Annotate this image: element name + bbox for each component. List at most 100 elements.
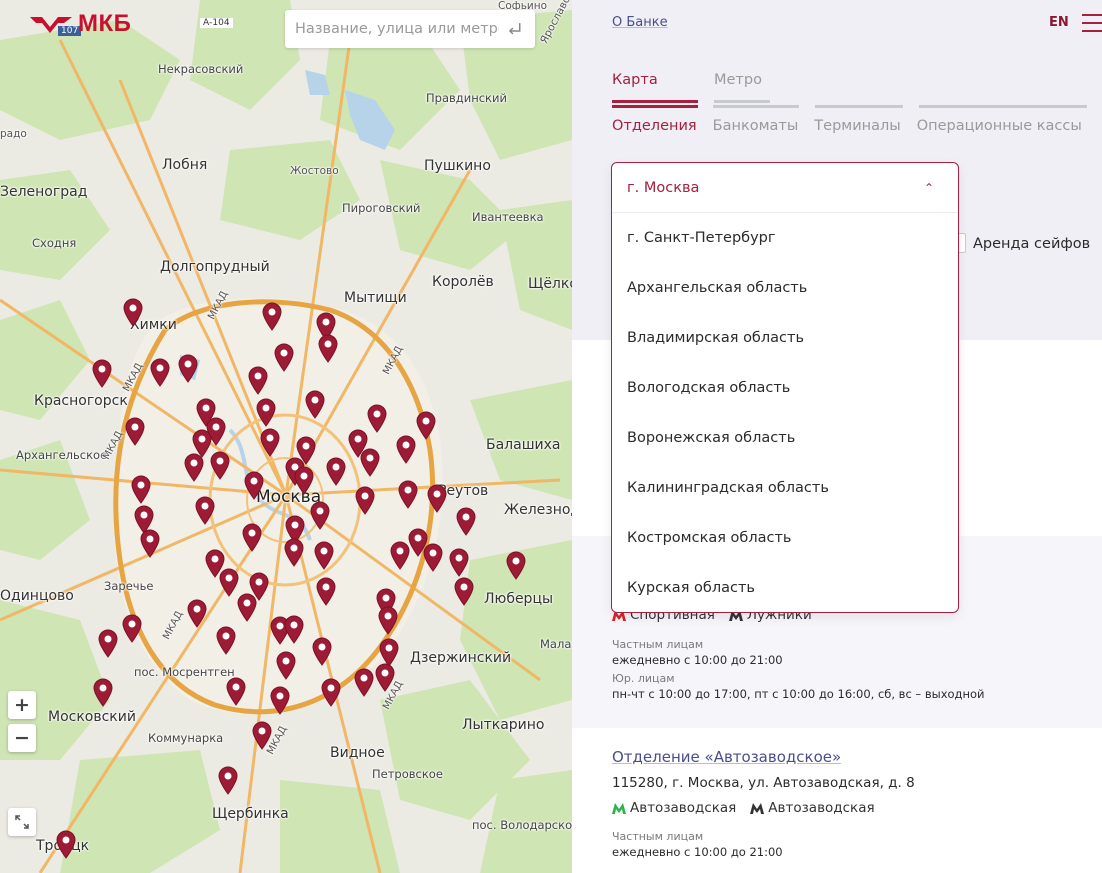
branch-pin-icon[interactable]	[377, 605, 399, 635]
branch-pin-icon[interactable]	[448, 547, 470, 577]
branch-pin-icon[interactable]	[366, 403, 388, 433]
view-tabs: Карта Метро	[612, 72, 770, 103]
branch-pin-icon[interactable]	[309, 500, 331, 530]
branch-pin-icon[interactable]	[325, 456, 347, 486]
fullscreen-button[interactable]	[8, 808, 36, 836]
branch-pin-icon[interactable]	[130, 474, 152, 504]
tab-metro[interactable]: Метро	[714, 72, 770, 103]
region-dropdown[interactable]: г. Москва ⌃ г. Санкт-Петербург Архангель…	[611, 162, 959, 613]
branch-pin-icon[interactable]	[275, 650, 297, 680]
branch-pin-icon[interactable]	[415, 410, 437, 440]
private-hours: ежедневно с 10:00 до 21:00	[612, 845, 783, 859]
branch-pin-icon[interactable]	[353, 667, 375, 697]
branch-pin-icon[interactable]	[247, 365, 269, 395]
region-option[interactable]: Костромская область	[612, 513, 958, 563]
branch-pin-icon[interactable]	[261, 301, 283, 331]
branch-pin-icon[interactable]	[121, 613, 143, 643]
tab-map[interactable]: Карта	[612, 72, 698, 103]
map-place-label: Жостово	[290, 165, 339, 177]
map-place-label: Пушкино	[424, 158, 491, 174]
branch-pin-icon[interactable]	[273, 342, 295, 372]
branch-pin-icon[interactable]	[426, 483, 448, 513]
map-place-label: Заречье	[104, 579, 154, 593]
branch-pin-icon[interactable]	[215, 625, 237, 655]
region-option[interactable]: Калининградская область	[612, 463, 958, 513]
chevron-up-icon: ⌃	[923, 180, 934, 195]
branch-pin-icon[interactable]	[455, 506, 477, 536]
branch-pin-icon[interactable]	[315, 576, 337, 606]
branch-pin-icon[interactable]	[453, 576, 475, 606]
tab-underline-active	[612, 105, 698, 108]
branch-pin-icon[interactable]	[122, 297, 144, 327]
branch-pin-icon[interactable]	[177, 353, 199, 383]
region-option[interactable]: г. Санкт-Петербург	[612, 213, 958, 263]
region-option[interactable]: Воронежская область	[612, 413, 958, 463]
tab-underline	[919, 105, 1087, 108]
enter-icon[interactable]	[505, 19, 525, 39]
map-place-label: Ивантеевка	[472, 210, 544, 224]
branch-pin-icon[interactable]	[91, 358, 113, 388]
branch-pin-icon[interactable]	[359, 447, 381, 477]
region-option[interactable]: Владимирская область	[612, 313, 958, 363]
branch-pin-icon[interactable]	[183, 452, 205, 482]
tab-atms[interactable]: Банкоматы	[713, 118, 799, 134]
branch-pin-icon[interactable]	[354, 485, 376, 515]
map-area[interactable]: Некрасовский Правдинский Лобня Пушкино Жосто…	[0, 0, 572, 873]
branch-pin-icon[interactable]	[313, 540, 335, 570]
region-option[interactable]: Архангельская область	[612, 263, 958, 313]
branch-pin-icon[interactable]	[374, 662, 396, 692]
map-place-label: Правдинский	[426, 91, 507, 105]
region-option[interactable]: Вологодская область	[612, 363, 958, 413]
about-bank-link[interactable]: О Банке	[612, 15, 668, 30]
branch-pin-icon[interactable]	[395, 434, 417, 464]
menu-icon[interactable]	[1082, 14, 1102, 32]
branch-pin-icon[interactable]	[283, 537, 305, 567]
branch-pin-icon[interactable]	[243, 470, 265, 500]
branch-pin-icon[interactable]	[304, 389, 326, 419]
branch-pin-icon[interactable]	[255, 397, 277, 427]
search-input[interactable]	[295, 21, 500, 37]
branch-pin-icon[interactable]	[422, 542, 444, 572]
branch-pin-icon[interactable]	[505, 550, 527, 580]
branch-pin-icon[interactable]	[97, 628, 119, 658]
map-place-label: Долгопрудный	[160, 259, 270, 275]
branch-pin-icon[interactable]	[251, 720, 273, 750]
branch-pin-icon[interactable]	[194, 495, 216, 525]
branch-pin-icon[interactable]	[320, 677, 342, 707]
branch-pin-icon[interactable]	[217, 765, 239, 795]
branch-pin-icon[interactable]	[283, 614, 305, 644]
region-option[interactable]: Курская область	[612, 563, 958, 612]
zoom-in-button[interactable]: +	[8, 691, 36, 719]
branch-pin-icon[interactable]	[186, 598, 208, 628]
tab-cash-desks[interactable]: Операционные кассы	[917, 118, 1082, 134]
metro-station: Автозаводская	[750, 800, 875, 816]
branch-pin-icon[interactable]	[139, 528, 161, 558]
branch-pin-icon[interactable]	[236, 592, 258, 622]
branch-title-link[interactable]: Отделение «Автозаводское»	[612, 748, 841, 766]
language-switch[interactable]: EN	[1049, 15, 1069, 30]
branch-pin-icon[interactable]	[397, 479, 419, 509]
branch-pin-icon[interactable]	[55, 829, 77, 859]
metro-station-name: Автозаводская	[768, 800, 875, 816]
region-select-current[interactable]: г. Москва ⌃	[612, 163, 958, 213]
zoom-out-button[interactable]: −	[8, 724, 36, 752]
tab-branches[interactable]: Отделения	[612, 118, 697, 134]
map-place-label: Балашиха	[486, 437, 561, 453]
tab-terminals[interactable]: Терминалы	[814, 118, 900, 134]
metro-green-icon	[612, 802, 626, 814]
branch-pin-icon[interactable]	[259, 427, 281, 457]
branch-pin-icon[interactable]	[124, 416, 146, 446]
branch-pin-icon[interactable]	[149, 357, 171, 387]
map-search-box	[285, 10, 535, 48]
mkb-logo[interactable]: МКБ	[28, 10, 131, 38]
branch-pin-icon[interactable]	[317, 333, 339, 363]
branch-pin-icon[interactable]	[241, 522, 263, 552]
branch-pin-icon[interactable]	[209, 450, 231, 480]
branches-panel: О Банке EN Карта Метро Отделения Банкома…	[572, 0, 1102, 873]
branch-pin-icon[interactable]	[269, 685, 291, 715]
branch-pin-icon[interactable]	[293, 465, 315, 495]
branch-pin-icon[interactable]	[92, 677, 114, 707]
map-place-label: Малаховка	[540, 637, 572, 651]
branch-pin-icon[interactable]	[225, 676, 247, 706]
branch-pin-icon[interactable]	[311, 636, 333, 666]
